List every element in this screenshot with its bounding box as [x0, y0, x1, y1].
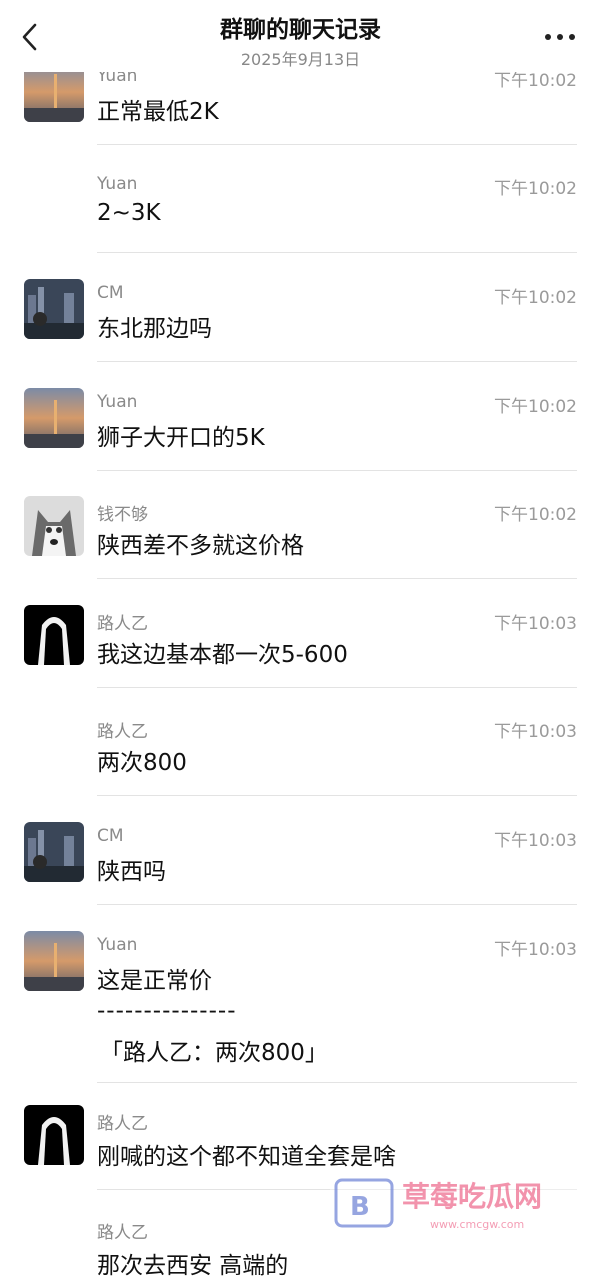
- message-time: 下午10:02: [494, 505, 577, 525]
- message-time: 下午10:02: [494, 288, 577, 308]
- sender-name: Yuan: [97, 72, 138, 86]
- message-text[interactable]: 陕西差不多就这价格: [97, 526, 304, 560]
- message-text[interactable]: 正常最低2K: [97, 92, 219, 126]
- more-dots-icon[interactable]: [545, 34, 575, 42]
- divider: [97, 904, 577, 905]
- message-time: 下午10:03: [494, 722, 577, 742]
- sunset-avatar[interactable]: [24, 72, 84, 122]
- message-text[interactable]: 狮子大开口的5K: [97, 418, 265, 452]
- divider: [97, 252, 577, 253]
- message-time: 下午10:02: [494, 72, 577, 91]
- message-text[interactable]: 东北那边吗: [97, 309, 212, 343]
- sender-name: 路人乙: [97, 722, 148, 742]
- husky-avatar[interactable]: [24, 496, 84, 556]
- message-time: 下午10:02: [494, 397, 577, 417]
- sunset-avatar[interactable]: [24, 388, 84, 448]
- divider: [97, 795, 577, 796]
- message-text[interactable]: 我这边基本都一次5-600: [97, 635, 348, 669]
- city-night-avatar[interactable]: [24, 822, 84, 882]
- message-time: 下午10:03: [494, 614, 577, 634]
- divider: [97, 470, 577, 471]
- sender-name: 钱不够: [97, 505, 148, 525]
- sender-name: Yuan: [97, 935, 138, 955]
- divider: [97, 578, 577, 579]
- quoted-message[interactable]: 「路人乙：两次800」: [100, 1033, 328, 1067]
- message-text[interactable]: 那次去西安 高端的: [97, 1246, 288, 1280]
- svg-text:B: B: [350, 1192, 370, 1222]
- header-bar: 群聊的聊天记录 2025年9月13日: [0, 0, 601, 72]
- divider: [97, 361, 577, 362]
- sender-name: 路人乙: [97, 1223, 148, 1243]
- divider: [97, 1082, 577, 1083]
- divider: [97, 687, 577, 688]
- svg-text:草莓吃瓜网: 草莓吃瓜网: [402, 1180, 542, 1213]
- message-time: 下午10:02: [494, 179, 577, 199]
- hooded-figure-avatar[interactable]: [24, 1105, 84, 1165]
- sunset-avatar[interactable]: [24, 931, 84, 991]
- svg-text:www.cmcgw.com: www.cmcgw.com: [430, 1218, 524, 1231]
- sender-name: 路人乙: [97, 1114, 148, 1134]
- message-text[interactable]: 两次800: [97, 743, 187, 777]
- watermark-logo: B 草莓吃瓜网 www.cmcgw.com: [330, 1172, 592, 1240]
- page-title: 群聊的聊天记录: [220, 17, 381, 43]
- message-time: 下午10:03: [494, 940, 577, 960]
- quote-separator: ---------------: [97, 998, 237, 1024]
- hooded-figure-avatar[interactable]: [24, 605, 84, 665]
- page-subtitle-date: 2025年9月13日: [240, 50, 361, 69]
- sender-name: 路人乙: [97, 614, 148, 634]
- message-time: 下午10:03: [494, 831, 577, 851]
- divider: [97, 144, 577, 145]
- message-text[interactable]: 这是正常价: [97, 961, 212, 995]
- message-text[interactable]: 陕西吗: [97, 852, 166, 886]
- message-list[interactable]: Yuan 下午10:02 正常最低2K Yuan 下午10:02 2~3K CM…: [0, 72, 601, 1280]
- sender-name: Yuan: [97, 174, 138, 194]
- city-night-avatar[interactable]: [24, 279, 84, 339]
- sender-name: Yuan: [97, 392, 138, 412]
- message-text[interactable]: 刚喊的这个都不知道全套是啥: [97, 1137, 396, 1171]
- sender-name: CM: [97, 283, 124, 303]
- message-text[interactable]: 2~3K: [97, 200, 161, 226]
- sender-name: CM: [97, 826, 124, 846]
